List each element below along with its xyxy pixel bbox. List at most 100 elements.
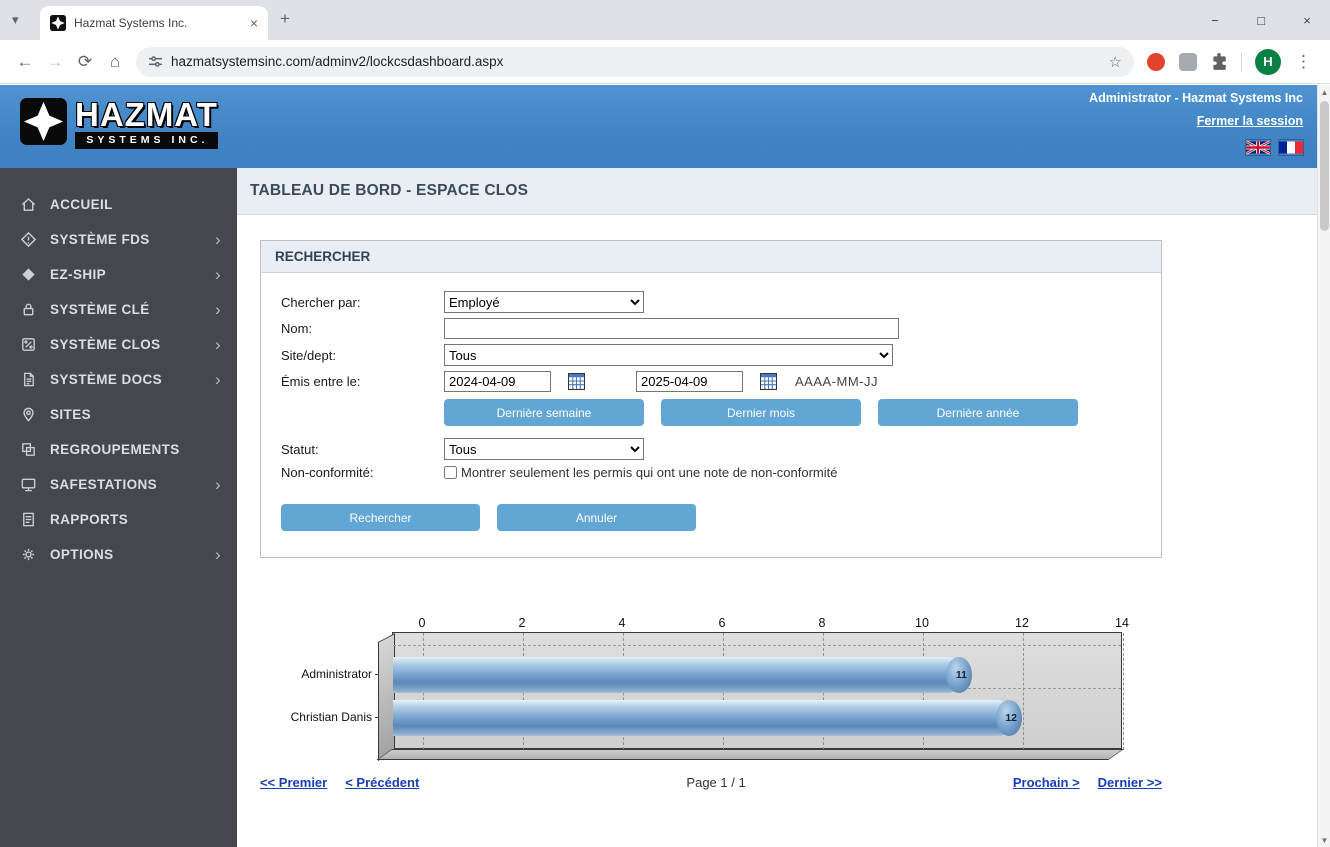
forward-icon[interactable]: → bbox=[40, 52, 70, 72]
gridline-horizontal bbox=[393, 645, 1121, 646]
sidebar-item-accueil[interactable]: ACCUEIL bbox=[0, 187, 237, 222]
tab-close-icon[interactable]: × bbox=[250, 15, 258, 31]
chevron-right-icon: › bbox=[215, 546, 221, 563]
logo-text-line1: HAZMAT bbox=[75, 98, 218, 132]
search-button[interactable]: Rechercher bbox=[281, 504, 480, 531]
status-label: Statut: bbox=[281, 442, 444, 457]
last-week-button[interactable]: Dernière semaine bbox=[444, 399, 644, 426]
hazmat-logo[interactable]: HAZMAT SYSTEMS INC. bbox=[20, 98, 218, 149]
lock-icon bbox=[20, 301, 37, 318]
last-year-button[interactable]: Dernière année bbox=[878, 399, 1078, 426]
report-icon bbox=[20, 511, 37, 528]
url-bar[interactable]: hazmatsystemsinc.com/adminv2/lockcsdashb… bbox=[136, 47, 1134, 77]
profile-avatar[interactable]: H bbox=[1255, 49, 1281, 75]
nonconformity-label: Non-conformité: bbox=[281, 465, 444, 480]
page-title-band: TABLEAU DE BORD - ESPACE CLOS bbox=[237, 168, 1317, 215]
date-format-hint: AAAA-MM-JJ bbox=[795, 374, 878, 389]
window-maximize-button[interactable]: □ bbox=[1238, 0, 1284, 40]
calendar-icon[interactable] bbox=[568, 373, 585, 390]
axis-tick-label: 12 bbox=[1015, 616, 1029, 630]
sidebar-item-label: SYSTÈME CLÉ bbox=[50, 302, 150, 317]
date-to-input[interactable] bbox=[636, 371, 743, 392]
sidebar-item-systeme-fds[interactable]: SYSTÈME FDS › bbox=[0, 222, 237, 257]
bar-chart-labels: AdministratorChristian Danis bbox=[177, 632, 382, 749]
reload-icon[interactable]: ⟳ bbox=[70, 52, 100, 72]
date-from-input[interactable] bbox=[444, 371, 551, 392]
chevron-right-icon: › bbox=[215, 266, 221, 283]
calendar-icon[interactable] bbox=[760, 373, 777, 390]
gridline bbox=[1023, 633, 1024, 750]
back-icon[interactable]: ← bbox=[10, 52, 40, 72]
tab-search-icon[interactable]: ▾ bbox=[12, 12, 19, 28]
scroll-down-icon[interactable]: ▼ bbox=[1318, 833, 1330, 847]
name-input[interactable] bbox=[444, 318, 899, 339]
scroll-up-icon[interactable]: ▲ bbox=[1318, 85, 1330, 99]
sidebar-item-sites[interactable]: SITES bbox=[0, 397, 237, 432]
logo-text-line2: SYSTEMS INC. bbox=[75, 132, 218, 149]
home-icon[interactable]: ⌂ bbox=[100, 52, 130, 72]
bar-chart: AdministratorChristian Danis 02468101214… bbox=[392, 612, 1122, 749]
sidebar-item-label: SYSTÈME DOCS bbox=[50, 372, 162, 387]
last-month-button[interactable]: Dernier mois bbox=[661, 399, 861, 426]
tab-title: Hazmat Systems Inc. bbox=[74, 16, 242, 30]
extensions-puzzle-icon[interactable] bbox=[1210, 53, 1228, 71]
bar-value-label: 12 bbox=[1005, 712, 1017, 724]
new-tab-button[interactable]: + bbox=[280, 9, 290, 29]
pagination-next-link[interactable]: Prochain > bbox=[1013, 775, 1080, 790]
pagination-first-link[interactable]: << Premier bbox=[260, 775, 327, 790]
sidebar-item-rapports[interactable]: RAPPORTS bbox=[0, 502, 237, 537]
english-flag-icon[interactable] bbox=[1246, 140, 1270, 155]
window-close-button[interactable]: × bbox=[1284, 0, 1330, 40]
bookmark-star-icon[interactable]: ☆ bbox=[1109, 53, 1122, 71]
pagination-prev-link[interactable]: < Précédent bbox=[345, 775, 419, 790]
status-select[interactable]: Tous bbox=[444, 438, 644, 460]
sidebar-item-label: SYSTÈME FDS bbox=[50, 232, 150, 247]
page-scrollbar[interactable]: ▲ ▼ bbox=[1317, 85, 1330, 847]
sidebar-item-systeme-cle[interactable]: SYSTÈME CLÉ › bbox=[0, 292, 237, 327]
site-info-icon[interactable] bbox=[148, 54, 163, 69]
nonconformity-checkbox-label: Montrer seulement les permis qui ont une… bbox=[461, 465, 837, 480]
gridline bbox=[1123, 633, 1124, 750]
extension-red-icon[interactable] bbox=[1147, 53, 1165, 71]
sidebar-item-label: RAPPORTS bbox=[50, 512, 128, 527]
app-header: HAZMAT SYSTEMS INC. Administrator - Hazm… bbox=[0, 85, 1317, 168]
name-label: Nom: bbox=[281, 321, 444, 336]
browser-tab[interactable]: Hazmat Systems Inc. × bbox=[40, 6, 268, 40]
sidebar-item-label: SITES bbox=[50, 407, 91, 422]
sidebar-item-systeme-clos[interactable]: SYSTÈME CLOS › bbox=[0, 327, 237, 362]
nonconformity-checkbox[interactable] bbox=[444, 466, 457, 479]
axis-tick-label: 14 bbox=[1115, 616, 1129, 630]
main-content: TABLEAU DE BORD - ESPACE CLOS RECHERCHER… bbox=[237, 168, 1317, 847]
group-icon bbox=[20, 441, 37, 458]
sidebar-item-systeme-docs[interactable]: SYSTÈME DOCS › bbox=[0, 362, 237, 397]
url-text: hazmatsystemsinc.com/adminv2/lockcsdashb… bbox=[171, 54, 503, 69]
home-icon bbox=[20, 196, 37, 213]
toolbar-divider bbox=[1241, 52, 1242, 72]
sidebar-item-ez-ship[interactable]: EZ-SHIP › bbox=[0, 257, 237, 292]
french-flag-icon[interactable] bbox=[1279, 140, 1303, 155]
scrollbar-thumb[interactable] bbox=[1320, 101, 1329, 231]
site-dept-select[interactable]: Tous bbox=[444, 344, 893, 366]
axis-tick-label: 6 bbox=[719, 616, 726, 630]
sidebar-item-regroupements[interactable]: REGROUPEMENTS bbox=[0, 432, 237, 467]
hazmat-logo-icon bbox=[20, 98, 67, 145]
document-icon bbox=[20, 371, 37, 388]
axis-tick-label: 2 bbox=[519, 616, 526, 630]
sidebar-item-safestations[interactable]: SAFESTATIONS › bbox=[0, 467, 237, 502]
axis-tick-label: 4 bbox=[619, 616, 626, 630]
search-by-select[interactable]: Employé bbox=[444, 291, 644, 313]
pagination-last-link[interactable]: Dernier >> bbox=[1098, 775, 1162, 790]
cancel-button[interactable]: Annuler bbox=[497, 504, 696, 531]
search-panel-title: RECHERCHER bbox=[261, 241, 1161, 273]
logged-in-user-label: Administrator - Hazmat Systems Inc bbox=[1089, 91, 1303, 105]
extension-gray-icon[interactable] bbox=[1179, 53, 1197, 71]
axis-tick-label: 0 bbox=[419, 616, 426, 630]
logout-link[interactable]: Fermer la session bbox=[1197, 114, 1303, 128]
browser-menu-icon[interactable]: ⋮ bbox=[1287, 52, 1320, 72]
window-minimize-button[interactable]: − bbox=[1192, 0, 1238, 40]
permit-icon bbox=[20, 336, 37, 353]
axis-tick-label: 10 bbox=[915, 616, 929, 630]
sidebar-item-label: REGROUPEMENTS bbox=[50, 442, 180, 457]
category-label: Christian Danis bbox=[291, 710, 382, 724]
sidebar-item-options[interactable]: OPTIONS › bbox=[0, 537, 237, 572]
